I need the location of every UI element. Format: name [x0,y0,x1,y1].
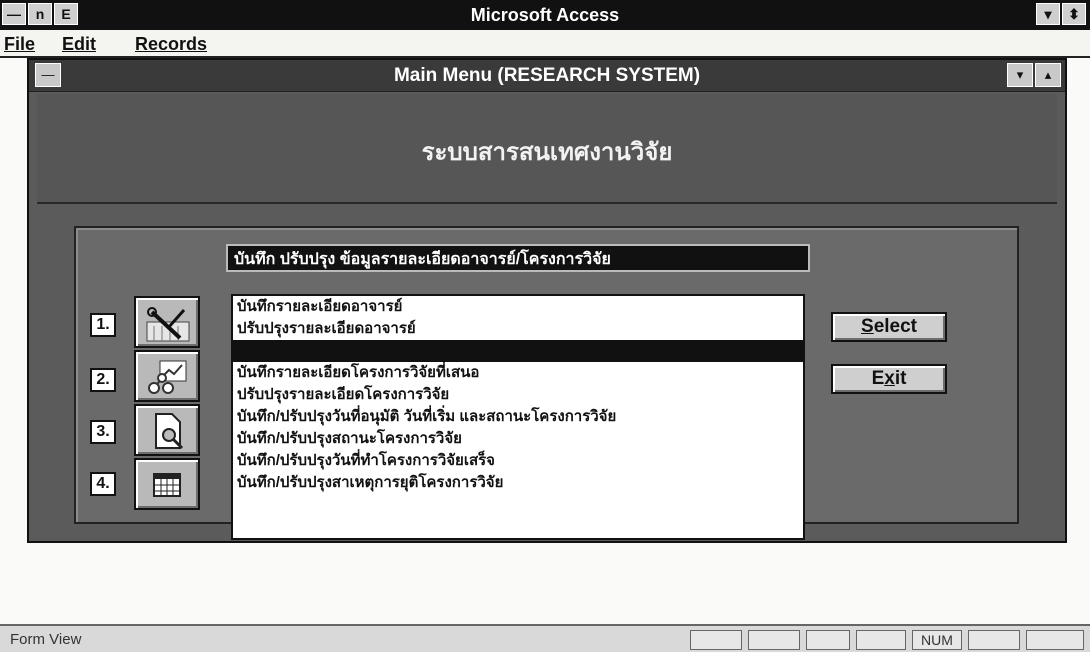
select-label-post: elect [873,316,917,337]
select-mnemonic: S [861,316,874,337]
list-item[interactable]: บันทึกรายละเอียดโครงการวิจัยที่เสนอ [233,362,803,384]
menu-records[interactable]: Records [135,34,207,55]
option-3-button[interactable] [134,404,200,456]
option-4-button[interactable] [134,458,200,510]
report-search-icon [155,413,184,450]
status-cell [806,630,850,650]
window-title: Main Menu (RESEARCH SYSTEM) [393,65,701,86]
menu-edit[interactable]: Edit [62,34,96,55]
status-cell [748,630,800,650]
number-label-2: 2. [90,368,116,392]
status-text: Form View [10,631,82,648]
number-label-3: 3. [90,420,116,444]
status-cell [968,630,1020,650]
exit-label-post: it [894,368,907,389]
select-button[interactable]: Select [831,312,947,342]
list-item[interactable]: บันทึก/ปรับปรุงสาเหตุการยุติโครงการวิจัย [233,472,803,494]
number-label-1: 1. [90,313,116,337]
window-maximize-icon[interactable]: ▴ [1035,63,1061,87]
tools-icon [146,307,190,342]
menubar: File Edit Records [0,30,1090,58]
content-panel: บันทึก ปรับปรุง ข้อมูลรายละเอียดอาจารย์/… [74,226,1019,540]
window-minimize-icon[interactable]: ▾ [1007,63,1033,87]
app-title: Microsoft Access [470,5,620,25]
calendar-icon [153,473,181,497]
list-item[interactable]: ปรับปรุงรายละเอียดโครงการวิจัย [233,384,803,406]
status-cell [856,630,906,650]
option-1-button[interactable] [134,296,200,348]
exit-button[interactable]: Exit [831,364,947,394]
section-label: บันทึก ปรับปรุง ข้อมูลรายละเอียดอาจารย์/… [226,244,810,272]
main-menu-window: — Main Menu (RESEARCH SYSTEM) ▾ ▴ ระบบสา… [27,58,1067,543]
status-cell [690,630,742,650]
list-item[interactable]: บันทึก/ปรับปรุงสถานะโครงการวิจัย [233,428,803,450]
menu-file-label: File [4,34,36,54]
statusbar: Form View NUM [0,624,1090,652]
list-item-selected[interactable] [233,340,803,362]
minimize-icon[interactable]: ▾ [1036,3,1060,25]
num-indicator: NUM [912,630,962,650]
menu-records-label: Records [135,34,208,54]
menu-edit-label: Edit [62,34,96,54]
network-diagram-icon [148,360,187,394]
restore-icon[interactable]: ⬍ [1062,3,1086,25]
list-item[interactable]: บันทึก/ปรับปรุงวันที่อนุมัติ วันที่เริ่ม… [233,406,803,428]
list-item[interactable]: บันทึกรายละเอียดอาจารย์ [233,296,803,318]
header-band: ระบบสารสนเทศงานวิจัย [37,94,1057,204]
menu-listbox[interactable]: บันทึกรายละเอียดอาจารย์ ปรับปรุงรายละเอี… [231,294,805,540]
list-item[interactable]: ปรับปรุงรายละเอียดอาจารย์ [233,318,803,340]
number-label-4: 4. [90,472,116,496]
window-titlebar: — Main Menu (RESEARCH SYSTEM) ▾ ▴ [29,60,1065,92]
exit-label-pre: E [871,368,885,389]
exit-mnemonic: x [884,368,895,389]
list-item[interactable]: บันทึก/ปรับปรุงวันที่ทำโครงการวิจัยเสร็จ [233,450,803,472]
system-title: ระบบสารสนเทศงานวิจัย [421,139,673,166]
app-titlebar: — n E Microsoft Access ▾ ⬍ [0,0,1090,30]
status-cell [1026,630,1084,650]
option-2-button[interactable] [134,350,200,402]
menu-file[interactable]: File [4,34,35,55]
